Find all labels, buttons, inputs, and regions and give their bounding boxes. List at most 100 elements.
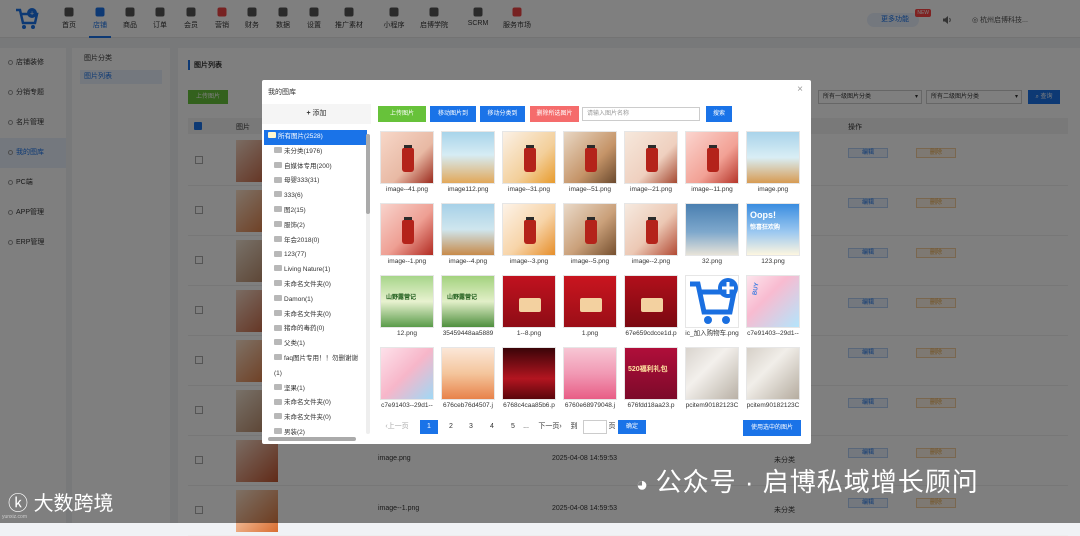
- folder-item[interactable]: 图2(15): [264, 204, 367, 219]
- image-thumbnail[interactable]: [441, 347, 495, 400]
- tree-scroll-thumb[interactable]: [366, 134, 370, 214]
- image-card[interactable]: image.png: [746, 131, 800, 196]
- image-thumbnail[interactable]: [380, 347, 434, 400]
- folder-item[interactable]: 坚果(1): [264, 382, 367, 397]
- image-thumbnail[interactable]: Oops! 惊喜狂欢购: [746, 203, 800, 256]
- image-card[interactable]: pcitem90182123C: [746, 347, 800, 412]
- tree-scrollbar[interactable]: [366, 134, 370, 434]
- image-thumbnail[interactable]: 山野露营记: [441, 275, 495, 328]
- image-card[interactable]: image112.png: [441, 131, 495, 196]
- image-thumbnail[interactable]: [746, 131, 800, 184]
- prev-page-button[interactable]: ‹上一页: [382, 420, 412, 434]
- image-card[interactable]: image--5.png: [563, 203, 617, 268]
- page-2[interactable]: 2: [442, 420, 460, 434]
- image-card[interactable]: image--1.png: [380, 203, 434, 268]
- folder-item[interactable]: (1): [264, 367, 367, 382]
- image-search-input[interactable]: 请输入图片名称: [582, 107, 700, 121]
- image-thumbnail[interactable]: [441, 203, 495, 256]
- image-card[interactable]: ic_加入购物车.png: [685, 275, 739, 340]
- image-card[interactable]: image--4.png: [441, 203, 495, 268]
- image-card[interactable]: image--51.png: [563, 131, 617, 196]
- folder-item[interactable]: faq图片专用！！勿删谢谢: [264, 352, 367, 367]
- tree-horizontal-scrollbar[interactable]: [268, 437, 356, 441]
- folder-item[interactable]: 未命名文件夹(0): [264, 411, 367, 426]
- image-card[interactable]: image--2.png: [624, 203, 678, 268]
- goto-confirm-button[interactable]: 确定: [618, 420, 646, 434]
- folder-label: 母婴333(31): [284, 177, 320, 185]
- folder-item[interactable]: 母婴333(31): [264, 174, 367, 189]
- image-thumbnail[interactable]: [380, 131, 434, 184]
- modal-upload-button[interactable]: 上传图片: [378, 106, 426, 122]
- image-thumbnail[interactable]: [563, 275, 617, 328]
- folder-item[interactable]: 未分类(1976): [264, 145, 367, 160]
- image-card[interactable]: pcitem90182123C: [685, 347, 739, 412]
- image-thumbnail[interactable]: [746, 347, 800, 400]
- image-card[interactable]: c7e91403--29d1--: [380, 347, 434, 412]
- image-thumbnail[interactable]: [563, 347, 617, 400]
- folder-item[interactable]: 服饰(2): [264, 219, 367, 234]
- image-card[interactable]: BUY c7e91403--29d1--: [746, 275, 800, 340]
- folder-item[interactable]: 父类(1): [264, 337, 367, 352]
- folder-item[interactable]: 123(77): [264, 248, 367, 263]
- folder-item[interactable]: 未命名文件夹(0): [264, 278, 367, 293]
- add-folder-button[interactable]: + 添加: [262, 104, 371, 124]
- image-thumbnail[interactable]: 520福利礼包: [624, 347, 678, 400]
- use-selected-images-button[interactable]: 使用选中的图片: [743, 420, 801, 436]
- brand-watermark-text: 大数跨境: [33, 493, 114, 515]
- folder-item[interactable]: 猪命的毒药(0): [264, 322, 367, 337]
- next-page-button[interactable]: 下一页›: [534, 420, 566, 434]
- image-card[interactable]: 1--8.png: [502, 275, 556, 340]
- move-category-button[interactable]: 移动分类到: [480, 106, 525, 122]
- image-card[interactable]: 1.png: [563, 275, 617, 340]
- image-search-button[interactable]: 搜索: [706, 106, 732, 122]
- image-thumbnail[interactable]: [685, 203, 739, 256]
- page-3[interactable]: 3: [462, 420, 480, 434]
- folder-item[interactable]: 年会2018(0): [264, 234, 367, 249]
- folder-icon: [274, 161, 282, 168]
- image-thumbnail[interactable]: 山野露营记: [380, 275, 434, 328]
- folder-item[interactable]: Living Nature(1): [264, 263, 367, 278]
- image-thumbnail[interactable]: [624, 275, 678, 328]
- move-to-group-button[interactable]: 移动图片到: [430, 106, 476, 122]
- image-thumbnail[interactable]: [685, 347, 739, 400]
- image-card[interactable]: 山野露营记 35459448aa5889: [441, 275, 495, 340]
- image-card[interactable]: 山野露营记 12.png: [380, 275, 434, 340]
- delete-selected-button[interactable]: 删除所选图片: [530, 106, 579, 122]
- close-icon[interactable]: ×: [797, 84, 803, 95]
- image-card[interactable]: image--41.png: [380, 131, 434, 196]
- image-thumbnail[interactable]: [502, 203, 556, 256]
- folder-item[interactable]: Damon(1): [264, 293, 367, 308]
- image-thumbnail[interactable]: [685, 131, 739, 184]
- folder-item[interactable]: 未命名文件夹(0): [264, 396, 367, 411]
- image-thumbnail[interactable]: [624, 203, 678, 256]
- image-card[interactable]: Oops! 惊喜狂欢购 123.png: [746, 203, 800, 268]
- image-card[interactable]: 6768c4caa85b6.p: [502, 347, 556, 412]
- image-thumbnail[interactable]: [380, 203, 434, 256]
- image-card[interactable]: 676ceb76d4507.j: [441, 347, 495, 412]
- image-thumbnail[interactable]: [685, 275, 739, 328]
- folder-item[interactable]: 自媒体专用(200): [264, 160, 367, 175]
- image-thumbnail[interactable]: [502, 275, 556, 328]
- folder-item[interactable]: 333(6): [264, 189, 367, 204]
- image-card[interactable]: 520福利礼包 676fdd18aa23.p: [624, 347, 678, 412]
- image-thumbnail[interactable]: [502, 131, 556, 184]
- image-thumbnail[interactable]: BUY: [746, 275, 800, 328]
- image-card[interactable]: 67e659cdcce1d.p: [624, 275, 678, 340]
- image-card[interactable]: image--21.png: [624, 131, 678, 196]
- page-4[interactable]: 4: [483, 420, 501, 434]
- image-thumbnail[interactable]: [563, 203, 617, 256]
- page-1[interactable]: 1: [420, 420, 438, 434]
- image-card[interactable]: 6760e68979048.j: [563, 347, 617, 412]
- image-card[interactable]: 32.png: [685, 203, 739, 268]
- image-card[interactable]: image--31.png: [502, 131, 556, 196]
- folder-label: 未命名文件夹(0): [284, 280, 331, 288]
- image-card[interactable]: image--3.png: [502, 203, 556, 268]
- page-number-input[interactable]: [583, 420, 607, 434]
- folder-item[interactable]: 未命名文件夹(0): [264, 308, 367, 323]
- image-card[interactable]: image--11.png: [685, 131, 739, 196]
- image-thumbnail[interactable]: [563, 131, 617, 184]
- image-thumbnail[interactable]: [441, 131, 495, 184]
- image-thumbnail[interactable]: [624, 131, 678, 184]
- folder-item[interactable]: 所有图片(2528): [264, 130, 367, 145]
- image-thumbnail[interactable]: [502, 347, 556, 400]
